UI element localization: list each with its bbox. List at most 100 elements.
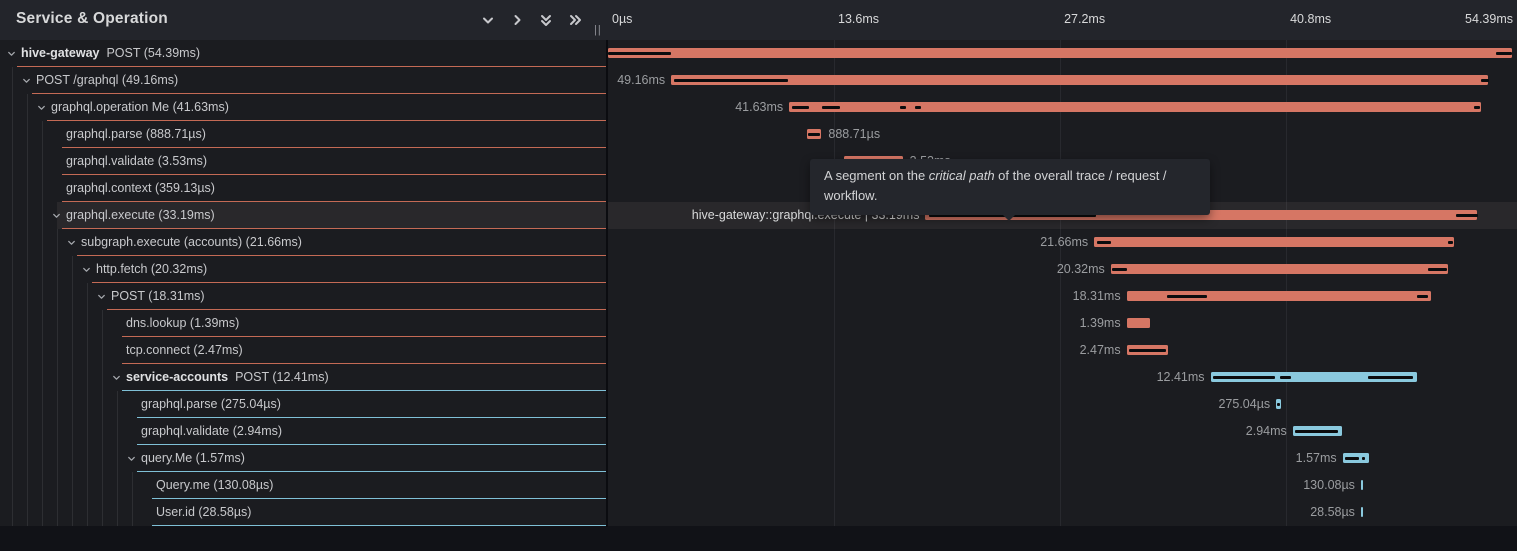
- indent-guide: [27, 229, 28, 256]
- span-row[interactable]: POST (18.31ms) 18.31ms: [0, 283, 1517, 310]
- span-duration-bar[interactable]: [789, 102, 1481, 112]
- critical-path-segment: [1456, 214, 1478, 217]
- span-row[interactable]: service-accounts POST (12.41ms)12.41ms: [0, 364, 1517, 391]
- indent-guide: [87, 499, 88, 526]
- indent-guide: [12, 337, 13, 364]
- span-row[interactable]: http.fetch (20.32ms)20.32ms: [0, 256, 1517, 283]
- span-name-label: User.id (28.58µs): [156, 505, 251, 519]
- indent-guide: [12, 499, 13, 526]
- span-row[interactable]: POST /graphql (49.16ms)49.16ms: [0, 67, 1517, 94]
- tick-label: 0µs: [612, 12, 632, 26]
- span-duration-label: 28.58µs: [1310, 505, 1355, 519]
- critical-path-segment: [1362, 457, 1365, 460]
- collapse-chevron-icon[interactable]: [81, 264, 92, 275]
- indent-guide: [117, 472, 118, 499]
- span-row[interactable]: hive-gateway POST (54.39ms): [0, 40, 1517, 67]
- indent-guide: [87, 445, 88, 472]
- span-duration-label: 2.94ms: [1246, 424, 1287, 438]
- span-row[interactable]: dns.lookup (1.39ms)1.39ms: [0, 310, 1517, 337]
- indent-guide: [57, 391, 58, 418]
- span-row[interactable]: Query.me (130.08µs)130.08µs: [0, 472, 1517, 499]
- span-row[interactable]: graphql.context (359.13µs)359.13µs: [0, 175, 1517, 202]
- indent-guide: [27, 310, 28, 337]
- span-row[interactable]: tcp.connect (2.47ms)2.47ms: [0, 337, 1517, 364]
- panel-divider[interactable]: [606, 0, 608, 527]
- indent-guide: [72, 445, 73, 472]
- span-duration-label: 1.57ms: [1296, 451, 1337, 465]
- indent-guide: [27, 202, 28, 229]
- indent-guide: [102, 499, 103, 526]
- span-duration-label: 1.39ms: [1080, 316, 1121, 330]
- span-duration-bar[interactable]: [1127, 318, 1150, 328]
- indent-guide: [57, 364, 58, 391]
- span-row[interactable]: subgraph.execute (accounts) (21.66ms)21.…: [0, 229, 1517, 256]
- indent-guide: [72, 364, 73, 391]
- span-duration-bar[interactable]: [608, 48, 1512, 58]
- span-rows: hive-gateway POST (54.39ms) POST /graphql…: [0, 40, 1517, 526]
- tick-label: 13.6ms: [838, 12, 879, 26]
- critical-path-segment: [1474, 106, 1480, 109]
- collapse-chevron-icon[interactable]: [51, 210, 62, 221]
- trace-timeline-viewer: Service & Operation || 0µs13.6ms27.2ms40…: [0, 0, 1517, 551]
- collapse-chevron-icon[interactable]: [36, 102, 47, 113]
- indent-guide: [42, 337, 43, 364]
- span-duration-bar[interactable]: [671, 75, 1488, 85]
- span-duration-bar[interactable]: [1361, 480, 1363, 490]
- indent-guide: [12, 67, 13, 94]
- collapse-chevron-icon[interactable]: [111, 372, 122, 383]
- indent-guide: [102, 391, 103, 418]
- indent-guide: [72, 310, 73, 337]
- span-duration-bar[interactable]: [1361, 507, 1363, 517]
- indent-guide: [12, 445, 13, 472]
- indent-guide: [12, 175, 13, 202]
- span-duration-bar[interactable]: [1111, 264, 1449, 274]
- indent-guide: [42, 229, 43, 256]
- critical-path-segment: [822, 106, 839, 109]
- span-row[interactable]: graphql.validate (3.53ms)3.53ms: [0, 148, 1517, 175]
- service-name: service-accounts: [126, 370, 228, 384]
- indent-guide: [87, 391, 88, 418]
- span-row[interactable]: graphql.parse (275.04µs)275.04µs: [0, 391, 1517, 418]
- span-name-label: graphql.validate (2.94ms): [141, 424, 282, 438]
- indent-guide: [27, 445, 28, 472]
- critical-path-segment: [1345, 457, 1359, 460]
- collapse-chevron-icon[interactable]: [66, 237, 77, 248]
- indent-guide: [27, 472, 28, 499]
- span-duration-label: 21.66ms: [1040, 235, 1088, 249]
- indent-guide: [42, 418, 43, 445]
- indent-guide: [102, 364, 103, 391]
- span-duration-bar[interactable]: [1094, 237, 1454, 247]
- span-name-label: hive-gateway POST (54.39ms): [21, 46, 200, 60]
- critical-path-segment: [1368, 376, 1413, 379]
- indent-guide: [57, 283, 58, 310]
- tick-label: 27.2ms: [1064, 12, 1105, 26]
- span-row[interactable]: graphql.execute (33.19ms)hive-gateway::g…: [0, 202, 1517, 229]
- indent-guide: [12, 256, 13, 283]
- indent-guide: [42, 283, 43, 310]
- indent-guide: [102, 337, 103, 364]
- critical-path-segment: [1167, 295, 1207, 298]
- indent-guide: [87, 310, 88, 337]
- span-row[interactable]: graphql.validate (2.94ms) 2.94ms: [0, 418, 1517, 445]
- collapse-chevron-icon[interactable]: [96, 291, 107, 302]
- collapse-chevron-icon[interactable]: [21, 75, 32, 86]
- indent-guide: [27, 256, 28, 283]
- indent-guide: [12, 364, 13, 391]
- indent-guide: [27, 337, 28, 364]
- indent-guide: [42, 148, 43, 175]
- indent-guide: [57, 445, 58, 472]
- indent-guide: [12, 121, 13, 148]
- span-row[interactable]: User.id (28.58µs) 28.58µs: [0, 499, 1517, 526]
- span-row[interactable]: graphql.operation Me (41.63ms)41.63ms: [0, 94, 1517, 121]
- tick-label: 40.8ms: [1290, 12, 1331, 26]
- span-row[interactable]: graphql.parse (888.71µs)888.71µs: [0, 121, 1517, 148]
- span-name-label: POST (18.31ms): [111, 289, 205, 303]
- indent-guide: [57, 418, 58, 445]
- span-row[interactable]: query.Me (1.57ms)1.57ms: [0, 445, 1517, 472]
- indent-guide: [102, 472, 103, 499]
- critical-path-segment: [900, 106, 907, 109]
- collapse-chevron-icon[interactable]: [6, 48, 17, 59]
- collapse-chevron-icon[interactable]: [126, 453, 137, 464]
- span-duration-label: 18.31ms: [1073, 289, 1121, 303]
- critical-path-segment: [1448, 241, 1452, 244]
